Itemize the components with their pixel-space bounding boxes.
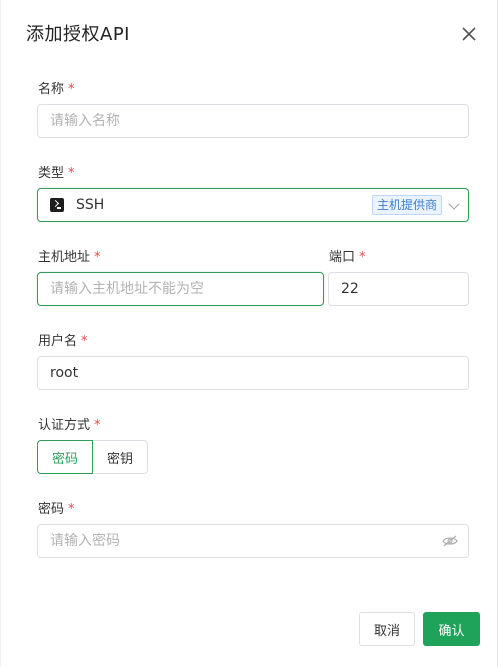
cancel-button[interactable]: 取消 [359, 612, 415, 646]
host-input[interactable] [38, 273, 323, 305]
type-select-value: SSH [76, 197, 105, 213]
auth-option-password[interactable]: 密码 [37, 440, 94, 474]
password-label: 密码 * [38, 502, 75, 517]
port-field[interactable] [328, 272, 469, 306]
port-input[interactable] [329, 273, 468, 305]
type-label: 类型 * [38, 166, 75, 181]
host-field[interactable] [37, 272, 324, 306]
auth-option-key[interactable]: 密钥 [92, 440, 149, 474]
name-input[interactable] [38, 105, 468, 137]
port-label: 端口 * [329, 250, 366, 265]
password-input[interactable] [38, 525, 468, 557]
terminal-icon [50, 198, 64, 212]
auth-method-toggle: 密码 密钥 [37, 440, 149, 474]
password-field[interactable] [37, 524, 469, 558]
username-field[interactable] [37, 356, 469, 390]
required-mark: * [94, 418, 101, 433]
add-auth-api-dialog: 添加授权API 名称* 类型* SSH 主机提供商 主机地址* 端口* 用户名* [0, 0, 498, 667]
name-label: 名称 * [38, 82, 75, 97]
required-mark: * [359, 250, 366, 265]
username-label: 用户名 * [38, 334, 88, 349]
required-mark: * [94, 250, 101, 265]
dialog-title: 添加授权API [26, 24, 130, 45]
required-mark: * [68, 166, 75, 181]
required-mark: * [81, 334, 88, 349]
eye-hidden-icon[interactable] [442, 534, 458, 548]
type-select[interactable]: SSH 主机提供商 [37, 188, 469, 222]
username-input[interactable] [38, 357, 468, 389]
name-field[interactable] [37, 104, 469, 138]
host-provider-badge: 主机提供商 [371, 195, 442, 215]
required-mark: * [68, 82, 75, 97]
auth-method-label: 认证方式 * [38, 418, 101, 433]
host-label: 主机地址 * [38, 250, 101, 265]
required-mark: * [68, 502, 75, 517]
close-icon[interactable] [459, 24, 479, 44]
confirm-button[interactable]: 确认 [423, 612, 480, 646]
